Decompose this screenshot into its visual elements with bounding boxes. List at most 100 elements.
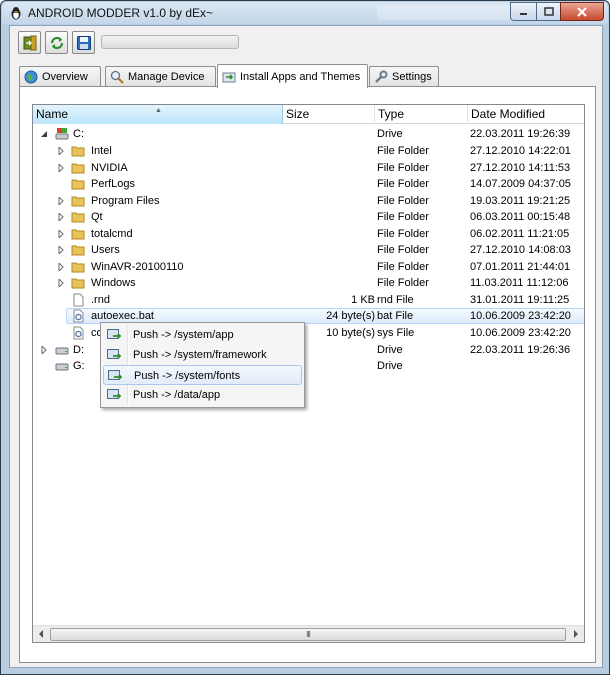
refresh-button[interactable] (45, 31, 68, 54)
row-date: 22.03.2011 19:26:39 (470, 128, 571, 140)
row-date: 27.12.2010 14:11:53 (470, 162, 571, 174)
row-name: .rnd (91, 294, 110, 306)
row-name: totalcmd (91, 228, 133, 240)
install-icon (222, 72, 236, 82)
scrollbar-thumb[interactable]: III (50, 628, 566, 641)
expand-arrow-icon (41, 346, 47, 354)
row-name: Program Files (91, 195, 160, 207)
tree-row-folder-totalcmd[interactable]: totalcmd File Folder 06.02.2011 11:21:05 (33, 226, 584, 242)
maximize-icon (543, 7, 554, 16)
tab-overview[interactable]: Overview (19, 66, 101, 86)
row-type: File Folder (377, 244, 429, 256)
tree-row-folder-nvidia[interactable]: NVIDIA File Folder 27.12.2010 14:11:53 (33, 160, 584, 176)
refresh-icon (50, 36, 63, 49)
row-date: 06.03.2011 00:15:48 (470, 211, 571, 223)
row-name: Users (91, 244, 120, 256)
save-button[interactable] (72, 31, 95, 54)
row-type: File Folder (377, 178, 429, 190)
tree-row-file-rnd[interactable]: .rnd 1 KB rnd File 31.01.2011 19:11:25 (33, 292, 584, 308)
row-type: File Folder (377, 162, 429, 174)
expand-arrow-icon (58, 263, 64, 271)
push-icon (108, 370, 123, 380)
menu-item-push-data-app[interactable]: Push -> /data/app (103, 385, 302, 405)
tab-settings[interactable]: Settings (369, 66, 439, 86)
sort-indicator-icon: ▲ (155, 107, 162, 114)
expand-arrow-icon (58, 147, 64, 155)
column-header-name[interactable]: ▲ Name (33, 105, 283, 124)
row-type: sys File (377, 327, 415, 339)
row-date: 27.12.2010 14:22:01 (470, 145, 571, 157)
scroll-right-icon[interactable] (572, 630, 580, 638)
tree-row-drive-c[interactable]: C: Drive 22.03.2011 19:26:39 (33, 126, 584, 142)
row-date: 07.01.2011 21:44:01 (470, 261, 571, 273)
menu-item-push-system-fonts[interactable]: Push -> /system/fonts (103, 365, 302, 385)
tab-install-apps-and-themes-label: Install Apps and Themes (240, 70, 361, 83)
menu-item-push-system-framework[interactable]: Push -> /system/framework (103, 345, 302, 365)
tree-row-folder-qt[interactable]: Qt File Folder 06.03.2011 00:15:48 (33, 209, 584, 225)
column-type-label: Type (378, 107, 405, 121)
expand-arrow-icon (58, 230, 64, 238)
globe-icon (24, 70, 38, 83)
tree-row-folder-intel[interactable]: Intel File Folder 27.12.2010 14:22:01 (33, 143, 584, 159)
row-type: File Folder (377, 211, 429, 223)
folder-icon (71, 229, 85, 240)
magnifier-icon (110, 70, 124, 84)
column-size-label: Size (286, 107, 310, 121)
folder-icon (71, 196, 85, 207)
row-name: PerfLogs (91, 178, 136, 190)
tab-manage-device[interactable]: Manage Device (105, 66, 216, 86)
row-type: File Folder (377, 277, 429, 289)
row-date: 22.03.2011 19:26:36 (470, 344, 571, 356)
row-name: Windows (91, 277, 136, 289)
expand-arrow-icon (58, 246, 64, 254)
row-date: 06.02.2011 11:21:05 (470, 228, 570, 240)
row-date: 27.12.2010 14:08:03 (470, 244, 571, 256)
row-name: Intel (91, 145, 112, 157)
collapse-arrow-icon (41, 131, 47, 137)
column-header-size[interactable]: Size (283, 105, 375, 124)
push-icon (107, 389, 122, 399)
row-date: 11.03.2011 11:12:06 (470, 277, 569, 289)
row-date: 19.03.2011 19:21:25 (470, 195, 571, 207)
column-header-date-modified[interactable]: Date Modified (468, 105, 584, 124)
minimize-button[interactable] (510, 2, 536, 21)
exit-button[interactable] (18, 31, 41, 54)
close-icon (577, 6, 587, 17)
row-name: Qt (91, 211, 103, 223)
folder-icon (71, 212, 85, 223)
toolbar (18, 31, 95, 55)
gear-file-icon (73, 326, 84, 340)
folder-icon (71, 146, 85, 157)
folder-icon (71, 245, 85, 256)
tree-row-folder-windows[interactable]: Windows File Folder 11.03.2011 11:12:06 (33, 275, 584, 291)
title-bar[interactable]: ANDROID MODDER v1.0 by dEx~ (2, 2, 608, 24)
row-type: File Folder (377, 261, 429, 273)
row-type: Drive (377, 344, 403, 356)
column-header-type[interactable]: Type (375, 105, 468, 124)
menu-item-label: Push -> /system/fonts (134, 370, 241, 382)
tree-row-folder-users[interactable]: Users File Folder 27.12.2010 14:08:03 (33, 242, 584, 258)
maximize-button[interactable] (536, 2, 560, 21)
tab-settings-label: Settings (392, 70, 432, 83)
wrench-icon (375, 70, 388, 83)
scroll-left-icon[interactable] (37, 630, 45, 638)
tree-row-folder-winavr[interactable]: WinAVR-20100110 File Folder 07.01.2011 2… (33, 259, 584, 275)
row-type: File Folder (377, 228, 429, 240)
blank-file-icon (73, 293, 84, 307)
expand-arrow-icon (58, 197, 64, 205)
tree-row-folder-perflogs[interactable]: PerfLogs File Folder 14.07.2009 04:37:05 (33, 176, 584, 192)
row-type: bat File (377, 310, 414, 322)
folder-icon (71, 179, 85, 190)
menu-item-label: Push -> /data/app (133, 389, 221, 401)
expand-arrow-icon (58, 279, 64, 287)
column-date-label: Date Modified (471, 107, 546, 121)
close-button[interactable] (560, 2, 604, 21)
context-menu: Push -> /system/app Push -> /system/fram… (100, 322, 305, 408)
tab-install-apps-and-themes[interactable]: Install Apps and Themes (217, 64, 368, 88)
penguin-icon (11, 7, 21, 20)
tree-row-folder-program-files[interactable]: Program Files File Folder 19.03.2011 19:… (33, 193, 584, 209)
row-name: D: (73, 344, 84, 356)
horizontal-scrollbar[interactable]: III (33, 625, 584, 642)
drive-icon (55, 347, 69, 355)
menu-item-push-system-app[interactable]: Push -> /system/app (103, 325, 302, 345)
